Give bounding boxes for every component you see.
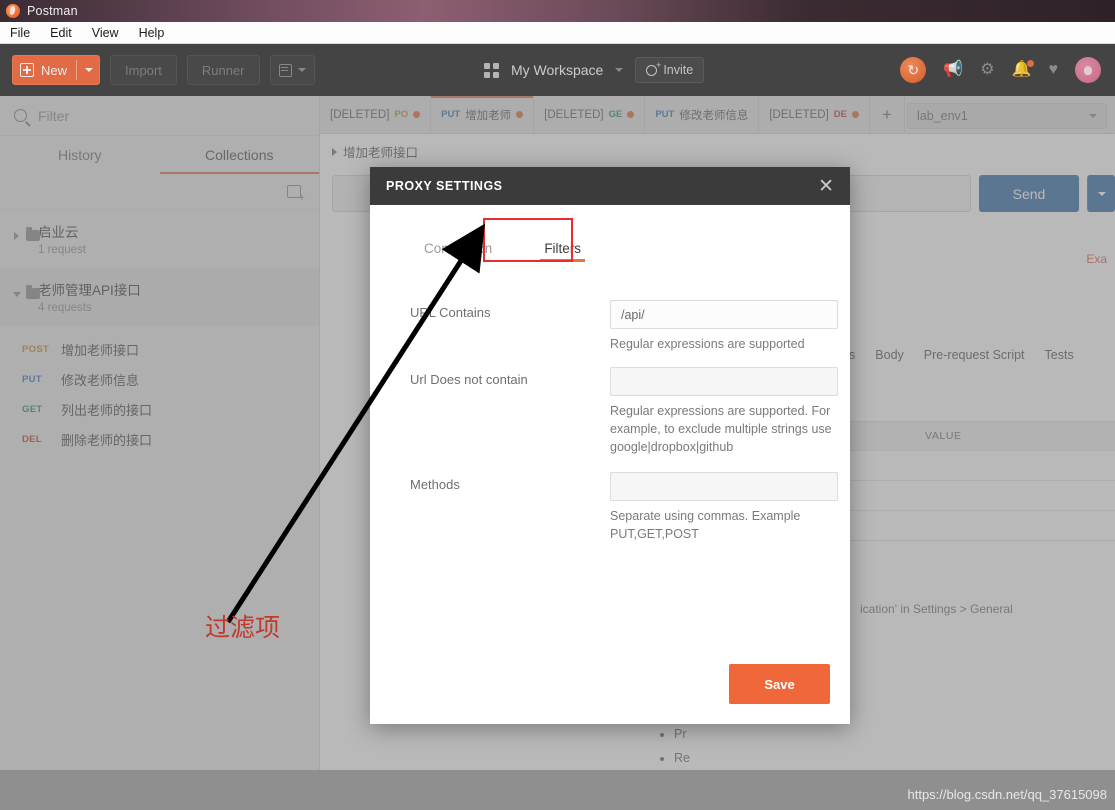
os-titlebar: Postman — [0, 0, 1115, 22]
app-window: Postman File Edit View Help New Import R… — [0, 0, 1115, 810]
field-label: Methods — [410, 477, 460, 492]
dim-overlay-top — [0, 44, 1115, 96]
field-url-does-not-contain: Url Does not contain Regular expressions… — [410, 367, 838, 456]
close-icon[interactable]: ✕ — [818, 177, 834, 196]
modal-title: PROXY SETTINGS — [386, 179, 503, 193]
modal-header: PROXY SETTINGS ✕ — [370, 167, 850, 205]
window-title: Postman — [27, 4, 78, 18]
menu-item-file[interactable]: File — [10, 26, 30, 40]
url-contains-input[interactable]: /api/ — [610, 300, 838, 329]
field-label: Url Does not contain — [410, 372, 528, 387]
menu-item-help[interactable]: Help — [139, 26, 165, 40]
field-url-contains: URL Contains /api/ Regular expressions a… — [410, 300, 838, 353]
annotation-label: 过滤项 — [205, 613, 281, 642]
tab-connection[interactable]: Connection — [398, 231, 518, 266]
postman-logo-icon — [6, 4, 20, 18]
menubar: File Edit View Help — [0, 22, 1115, 44]
url-does-not-contain-input[interactable] — [610, 367, 838, 396]
menu-item-edit[interactable]: Edit — [50, 26, 72, 40]
methods-input[interactable] — [610, 472, 838, 501]
save-button[interactable]: Save — [729, 664, 830, 704]
watermark: https://blog.csdn.net/qq_37615098 — [907, 787, 1108, 802]
field-help-text: Regular expressions are supported — [610, 337, 805, 351]
menu-item-view[interactable]: View — [92, 26, 119, 40]
modal-tabs: Connection Filters — [370, 205, 850, 266]
field-methods: Methods Separate using commas. Example P… — [410, 472, 838, 543]
field-label: URL Contains — [410, 305, 491, 320]
field-help-text: Separate using commas. Example PUT,GET,P… — [610, 509, 801, 541]
proxy-settings-modal: PROXY SETTINGS ✕ Connection Filters URL … — [370, 167, 850, 724]
field-help-text: Regular expressions are supported. For e… — [610, 404, 832, 454]
tab-filters[interactable]: Filters — [518, 231, 607, 266]
